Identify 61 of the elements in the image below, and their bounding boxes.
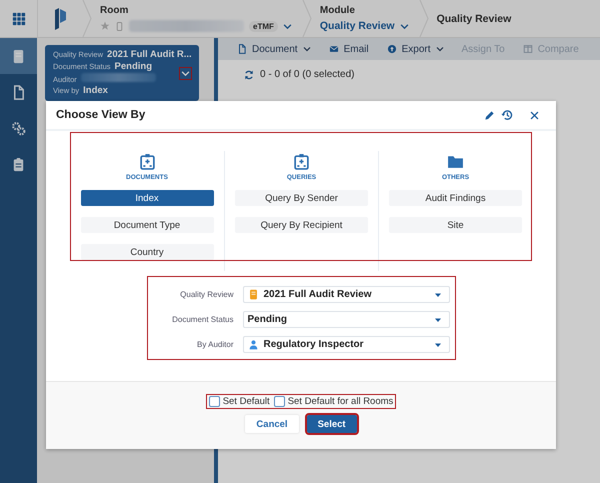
- view-option[interactable]: Audit Findings: [389, 190, 522, 206]
- module-label: Module: [320, 5, 356, 16]
- clipboard-icon: [11, 156, 26, 172]
- cancel-button[interactable]: Cancel: [245, 415, 299, 433]
- caret-icon[interactable]: [282, 22, 292, 30]
- view-option[interactable]: Country: [80, 244, 214, 260]
- room-label: Room: [100, 5, 130, 16]
- person-icon: [248, 339, 258, 350]
- filter-label: By Auditor: [196, 340, 234, 349]
- view-option[interactable]: Document Type: [80, 217, 214, 233]
- folder-icon: [447, 153, 464, 170]
- columns-icon: [522, 44, 533, 54]
- logo-icon: [52, 6, 68, 30]
- view-option[interactable]: Site: [389, 217, 522, 233]
- filter-dropdown[interactable]: Regulatory Inspector: [242, 336, 450, 353]
- toolbar-button[interactable]: Document: [237, 44, 311, 54]
- book-icon: [11, 48, 26, 64]
- default-checkbox[interactable]: Set Default: [208, 396, 270, 407]
- toolbar-button[interactable]: Export: [386, 44, 444, 54]
- nav-rail-item[interactable]: [0, 38, 37, 74]
- page-title: Quality Review: [436, 12, 512, 24]
- file-icon: [237, 44, 247, 54]
- caret-icon[interactable]: [400, 22, 409, 30]
- view-option[interactable]: Index: [80, 190, 214, 206]
- dialog-title: Choose View By: [56, 109, 146, 121]
- star-icon: [100, 21, 110, 31]
- summary-value: Pending: [114, 61, 152, 72]
- view-option[interactable]: Query By Recipient: [235, 217, 368, 233]
- default-checkbox[interactable]: Set Default for all Rooms: [274, 396, 394, 407]
- caret-icon: [302, 45, 311, 53]
- caret-icon: [434, 290, 442, 298]
- caret-icon: [181, 69, 190, 78]
- room-tag: eTMF: [249, 20, 278, 32]
- gears-icon: [11, 120, 26, 136]
- filter-label: Document Status: [171, 315, 234, 324]
- file-icon: [11, 84, 26, 100]
- envelope-icon: [328, 44, 339, 54]
- summary-value: 2021 Full Audit R...: [107, 49, 192, 60]
- upload-icon: [386, 44, 397, 54]
- apps-grid-icon: [12, 12, 26, 26]
- refresh-icon[interactable]: [244, 70, 254, 80]
- caret-icon: [434, 340, 442, 348]
- summary-value: Index: [83, 85, 108, 96]
- module-dropdown[interactable]: Quality Review: [320, 20, 395, 32]
- phone-icon: [115, 22, 124, 30]
- filter-dropdown[interactable]: Pending: [242, 311, 450, 328]
- record-count: 0 - 0 of 0 (0 selected): [260, 69, 354, 80]
- filter-label: Quality Review: [179, 290, 234, 299]
- history-icon: [501, 109, 513, 121]
- caret-icon: [436, 45, 444, 53]
- book-icon: [248, 289, 258, 300]
- hospital-icon: [138, 153, 156, 170]
- pencil-icon: [484, 110, 495, 120]
- caret-icon: [434, 316, 442, 324]
- toolbar-button[interactable]: Email: [328, 44, 369, 54]
- filter-dropdown[interactable]: 2021 Full Audit Review: [242, 286, 450, 303]
- view-option[interactable]: Query By Sender: [235, 190, 368, 206]
- close-icon: [529, 110, 540, 120]
- expand-toggle[interactable]: [180, 68, 191, 79]
- hospital-icon: [293, 153, 310, 170]
- select-button[interactable]: Select: [306, 415, 357, 433]
